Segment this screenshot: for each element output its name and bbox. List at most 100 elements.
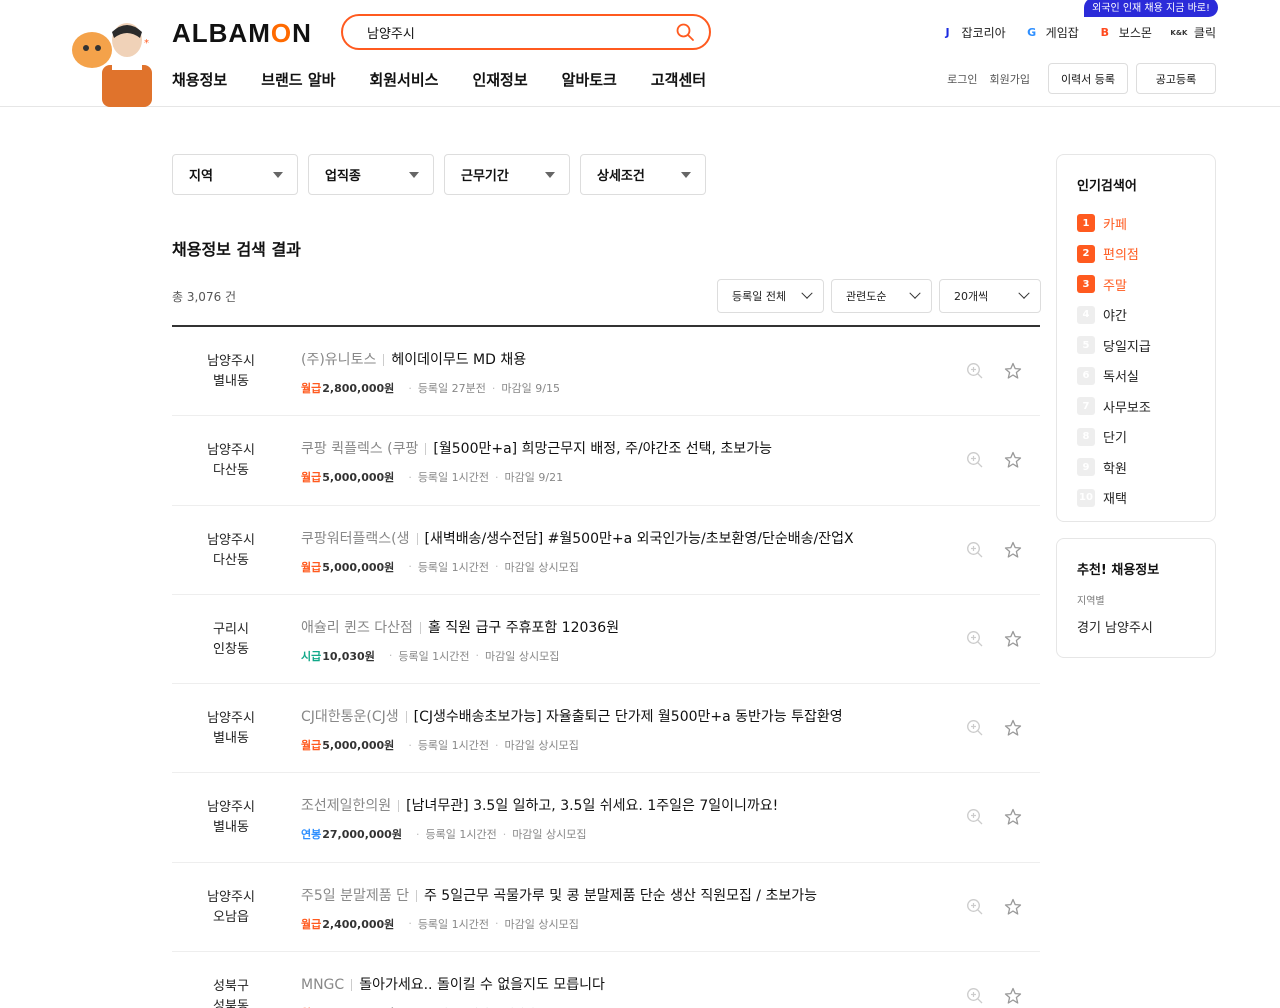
job-company-title: 주5일 분말제품 단 주 5일근무 곡물가루 및 콩 분말제품 단순 생산 직원모… — [301, 885, 817, 905]
star-scrap-icon[interactable] — [1004, 362, 1022, 380]
sort-register-date[interactable]: 등록일 전체 — [717, 279, 824, 313]
recommended-region-link[interactable]: 경기 남양주시 — [1077, 617, 1195, 636]
nav-talent-info[interactable]: 인재정보 — [472, 69, 527, 90]
company-name[interactable]: 쿠팡워터플랙스(생 — [301, 531, 410, 547]
job-row[interactable]: 성북구 성북동 MNGC돌아가세요.. 돌이킬 수 없을지도 모릅니다 월급 5… — [172, 952, 1040, 1008]
main-nav: 채용정보 브랜드 알바 회원서비스 인재정보 알바토크 고객센터 — [172, 69, 706, 90]
meta-dot: · — [495, 560, 499, 574]
star-scrap-icon[interactable] — [1004, 808, 1022, 826]
deadline: 마감일 상시모집 — [504, 739, 579, 753]
divider — [383, 354, 385, 366]
meta-dot: · — [408, 381, 412, 395]
nav-job-info[interactable]: 채용정보 — [172, 69, 227, 90]
job-title-link[interactable]: 홀 직원 급구 주휴포함 12036원 — [428, 620, 619, 636]
row-actions — [966, 719, 1022, 737]
company-name[interactable]: MNGC — [301, 977, 344, 993]
meta-dot: · — [475, 649, 480, 663]
job-title-link[interactable]: 헤이데이무드 MD 채용 — [391, 352, 526, 368]
job-row[interactable]: 남양주시 다산동 쿠팡워터플랙스(생 [새벽배송/생수전담] #월500만+a 외… — [172, 506, 1040, 595]
popular-keyword-item[interactable]: 2 편의점 — [1077, 239, 1195, 270]
popular-keyword-item[interactable]: 9 학원 — [1077, 452, 1195, 483]
company-name[interactable]: 쿠팡 퀵플렉스 (쿠팡 — [301, 441, 418, 457]
rank-badge: 6 — [1077, 366, 1095, 385]
job-company-title: MNGC 돌아가세요.. 돌이킬 수 없을지도 모릅니다 — [301, 974, 605, 994]
job-row[interactable]: 구리시 인창동 애슐리 퀸즈 다산점 홀 직원 급구 주휴포함 12036원 시급… — [172, 595, 1040, 685]
family-site-click[interactable]: K&K 클릭 — [1170, 24, 1216, 41]
star-scrap-icon[interactable] — [1004, 630, 1022, 648]
click-icon: K&K — [1170, 28, 1188, 37]
albamon-logo[interactable]: ALBAMON — [172, 18, 312, 49]
zoom-preview-icon[interactable] — [966, 541, 984, 559]
meta-dot: · — [408, 917, 412, 931]
job-meta: 월급 5,000,000원 · 등록일 1시간전 · 마감일 상시모집 — [301, 559, 579, 575]
signup-link[interactable]: 회원가입 — [990, 71, 1030, 87]
star-scrap-icon[interactable] — [1004, 451, 1022, 469]
popular-keyword-item[interactable]: 10 재택 — [1077, 483, 1195, 514]
family-site-gamejob[interactable]: G 게임잡 — [1024, 24, 1079, 41]
family-site-jobkorea[interactable]: J 잡코리아 — [939, 24, 1005, 41]
meta-dot: · — [415, 827, 420, 841]
pay-amount: 27,000,000원 — [322, 828, 402, 842]
company-name[interactable]: 애슐리 퀸즈 다산점 — [301, 620, 413, 636]
job-row[interactable]: 남양주시 다산동 쿠팡 퀵플렉스 (쿠팡 [월500만+a] 희망근무지 배정, … — [172, 416, 1040, 506]
nav-alba-talk[interactable]: 알바토크 — [562, 69, 617, 90]
zoom-preview-icon[interactable] — [966, 451, 984, 469]
zoom-preview-icon[interactable] — [966, 987, 984, 1005]
zoom-preview-icon[interactable] — [966, 808, 984, 826]
job-row[interactable]: 남양주시 별내동 (주)유니토스 헤이데이무드 MD 채용 월급 2,800,00… — [172, 327, 1040, 417]
keyword-label: 사무보조 — [1103, 400, 1151, 416]
pay-type: 월급 — [301, 917, 322, 931]
popular-keyword-item[interactable]: 4 야간 — [1077, 300, 1195, 331]
search-icon[interactable] — [675, 22, 695, 42]
gamejob-icon: G — [1027, 26, 1037, 39]
filter-detail[interactable]: 상세조건 — [580, 154, 706, 195]
job-row[interactable]: 남양주시 별내동 CJ대한통운(CJ생 [CJ생수배송초보가능] 자율출퇴근 단가… — [172, 684, 1040, 774]
sort-relevance[interactable]: 관련도순 — [831, 279, 932, 313]
pay-type: 연봉 — [301, 828, 322, 842]
company-name[interactable]: 주5일 분말제품 단 — [301, 888, 409, 904]
job-title-link[interactable]: 돌아가세요.. 돌이킬 수 없을지도 모릅니다 — [359, 977, 605, 993]
divider — [405, 711, 407, 724]
nav-customer-center[interactable]: 고객센터 — [651, 69, 706, 90]
job-title-link[interactable]: [월500만+a] 희망근무지 배정, 주/야간조 선택, 초보가능 — [433, 441, 772, 457]
register-resume-button[interactable]: 이력서 등록 — [1048, 63, 1128, 94]
rank-badge: 8 — [1077, 427, 1095, 446]
zoom-preview-icon[interactable] — [966, 362, 984, 380]
nav-member-service[interactable]: 회원서비스 — [369, 69, 438, 90]
filter-period[interactable]: 근무기간 — [444, 154, 570, 195]
job-row[interactable]: 남양주시 오남읍 주5일 분말제품 단 주 5일근무 곡물가루 및 콩 분말제품 … — [172, 863, 1040, 953]
filter-industry[interactable]: 업직종 — [308, 154, 434, 195]
popular-keyword-item[interactable]: 7 사무보조 — [1077, 391, 1195, 422]
star-scrap-icon[interactable] — [1004, 898, 1022, 916]
zoom-preview-icon[interactable] — [966, 630, 984, 648]
star-scrap-icon[interactable] — [1004, 719, 1022, 737]
company-name[interactable]: 조선제일한의원 — [301, 798, 391, 814]
filter-region[interactable]: 지역 — [172, 154, 298, 195]
popular-keyword-item[interactable]: 3 주말 — [1077, 269, 1195, 300]
job-row[interactable]: 남양주시 별내동 조선제일한의원 [남녀무관] 3.5일 일하고, 3.5일 쉬세… — [172, 773, 1040, 863]
company-name[interactable]: (주)유니토스 — [301, 352, 376, 368]
job-title-link[interactable]: [남녀무관] 3.5일 일하고, 3.5일 쉬세요. 1주일은 7일이니까요! — [406, 798, 778, 814]
post-job-button[interactable]: 공고등록 — [1136, 63, 1216, 94]
search-input[interactable] — [343, 17, 663, 47]
company-name[interactable]: CJ대한통운(CJ생 — [301, 709, 399, 725]
popular-keyword-item[interactable]: 1 카페 — [1077, 208, 1195, 239]
job-title-link[interactable]: 주 5일근무 곡물가루 및 콩 분말제품 단순 생산 직원모집 / 초보가능 — [424, 888, 817, 904]
mascot-banner[interactable]: * — [62, 20, 166, 107]
popular-keyword-item[interactable]: 5 당일지급 — [1077, 330, 1195, 361]
popular-keyword-item[interactable]: 8 단기 — [1077, 422, 1195, 453]
popular-keyword-item[interactable]: 6 독서실 — [1077, 361, 1195, 392]
star-scrap-icon[interactable] — [1004, 541, 1022, 559]
zoom-preview-icon[interactable] — [966, 898, 984, 916]
login-link[interactable]: 로그인 — [947, 71, 977, 87]
star-scrap-icon[interactable] — [1004, 987, 1022, 1005]
job-title-link[interactable]: [새벽배송/생수전담] #월500만+a 외국인가능/초보환영/단순배송/잔업X — [425, 531, 854, 547]
job-title-link[interactable]: [CJ생수배송초보가능] 자율출퇴근 단가제 월500만+a 동반가능 투잡환영 — [414, 709, 843, 725]
popular-keywords-panel: 인기검색어 1 카페 2 편의점 3 주말 4 야간 5 당일지급 6 독서실 7 사무보조 8 단기 9 학원 1… — [1056, 154, 1216, 522]
family-site-bossmon[interactable]: B 보스몬 — [1097, 24, 1152, 41]
zoom-preview-icon[interactable] — [966, 719, 984, 737]
sort-page-size[interactable]: 20개씩 — [939, 279, 1041, 313]
foreign-hire-promo-badge[interactable]: 외국인 인재 채용 지금 바로! — [1084, 0, 1218, 17]
meta-dot: · — [408, 738, 412, 752]
nav-brand-alba[interactable]: 브랜드 알바 — [261, 69, 335, 90]
